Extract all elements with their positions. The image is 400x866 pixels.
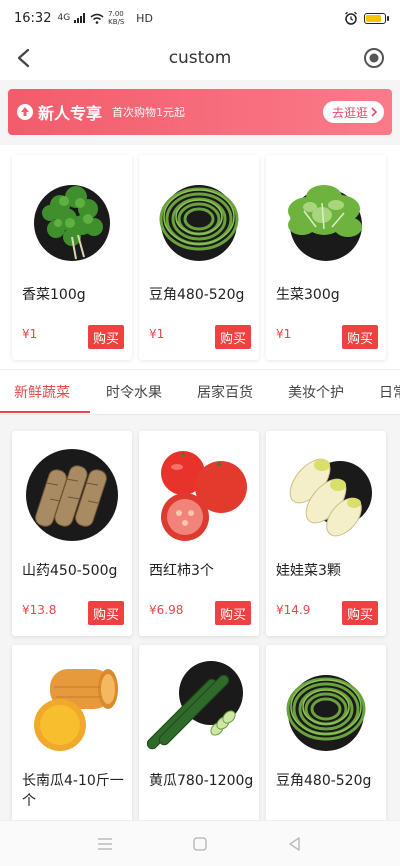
top-nav-bar: custom [0,36,400,80]
product-card[interactable]: 黄瓜780-1200g [139,645,259,825]
product-price: ¥1 [22,327,38,341]
product-price: ¥1 [149,327,165,341]
new-user-banner[interactable]: 新人专享 首次购物1元起 去逛逛 [8,89,392,135]
yam-image [20,443,124,547]
product-card[interactable]: 豆角480-520g [266,645,386,825]
cucumber-image [147,657,251,761]
tab-daily[interactable]: 日常 [379,382,400,402]
tab-fresh-vegetables[interactable]: 新鲜蔬菜 [14,382,70,402]
system-back-button[interactable] [284,833,306,855]
browse-button[interactable]: 去逛逛 [322,101,384,123]
menu-button[interactable] [94,833,116,855]
network-type: 4G [57,13,71,23]
product-name: 生菜300g [276,287,340,303]
tab-beauty-care[interactable]: 美妆个护 [288,382,344,402]
home-button[interactable] [189,833,211,855]
tab-seasonal-fruits[interactable]: 时令水果 [106,382,162,402]
menu-icon [98,838,112,850]
alarm-icon [345,11,357,25]
green-beans-image [274,657,378,761]
back-button[interactable] [10,44,38,72]
buy-button[interactable]: 购买 [342,325,378,349]
product-name: 山药450-500g [22,563,118,579]
buy-button[interactable]: 购买 [88,601,124,625]
product-name: 香菜100g [22,287,86,303]
product-price: ¥6.98 [149,603,184,617]
category-tabs: 新鲜蔬菜 时令水果 居家百货 美妆个护 日常 [0,369,400,415]
tab-household[interactable]: 居家百货 [197,382,253,402]
product-name: 黄瓜780-1200g [149,773,254,789]
product-price: ¥14.9 [276,603,311,617]
buy-button[interactable]: 购买 [88,325,124,349]
lettuce-image [274,167,378,271]
banner-subtitle: 首次购物1元起 [112,106,186,119]
signal-bars-icon [74,13,86,23]
status-bar: 16:32 4G 7.00 KB/S HD [0,0,400,36]
network-speed: 7.00 KB/S [108,10,125,26]
target-icon [364,48,384,68]
product-card[interactable]: 西红柿3个 ¥6.98 购买 [139,431,259,636]
buy-button[interactable]: 购买 [342,601,378,625]
buy-button[interactable]: 购买 [215,325,251,349]
system-nav-bar [0,820,400,866]
product-card[interactable]: 长南瓜4-10斤一个 [12,645,132,825]
featured-card[interactable]: 香菜100g ¥1 购买 [12,155,132,360]
product-card[interactable]: 娃娃菜3颗 ¥14.9 购买 [266,431,386,636]
status-time: 16:32 [14,10,52,26]
back-arrow-icon [17,48,30,68]
wifi-icon [90,13,104,24]
chevron-right-icon [371,107,378,117]
active-tab-indicator [0,411,90,413]
home-square-icon [193,837,207,851]
product-name: 西红柿3个 [149,563,214,579]
product-name: 豆角480-520g [149,287,245,303]
product-card[interactable]: 山药450-500g ¥13.8 购买 [12,431,132,636]
triangle-back-icon [289,837,300,851]
cilantro-image [20,167,124,271]
browse-button-label: 去逛逛 [331,105,368,120]
product-name: 豆角480-520g [276,773,372,789]
product-price: ¥1 [276,327,292,341]
product-grid: 山药450-500g ¥13.8 购买 西红柿3个 ¥6.98 购买 娃娃菜3颗… [0,415,400,825]
featured-section: 香菜100g ¥1 购买 豆角480-520g ¥1 购买 生菜300g ¥1 … [0,145,400,369]
featured-card[interactable]: 生菜300g ¥1 购买 [266,155,386,360]
gift-icon [16,103,34,121]
tomato-image [147,443,251,547]
product-name: 长南瓜4-10斤一个 [22,773,124,809]
hd-label: HD [136,11,153,25]
banner-title: 新人专享 [38,104,103,123]
pumpkin-image [20,657,124,761]
buy-button[interactable]: 购买 [215,601,251,625]
product-name: 娃娃菜3颗 [276,563,341,579]
page-title: custom [168,48,232,68]
featured-card[interactable]: 豆角480-520g ¥1 购买 [139,155,259,360]
product-price: ¥13.8 [22,603,57,617]
signal-indicator: 4G 7.00 KB/S HD [57,10,152,26]
baby-cabbage-image [274,443,378,547]
record-button[interactable] [360,44,388,72]
battery-icon [364,12,389,24]
green-beans-image [147,167,251,271]
